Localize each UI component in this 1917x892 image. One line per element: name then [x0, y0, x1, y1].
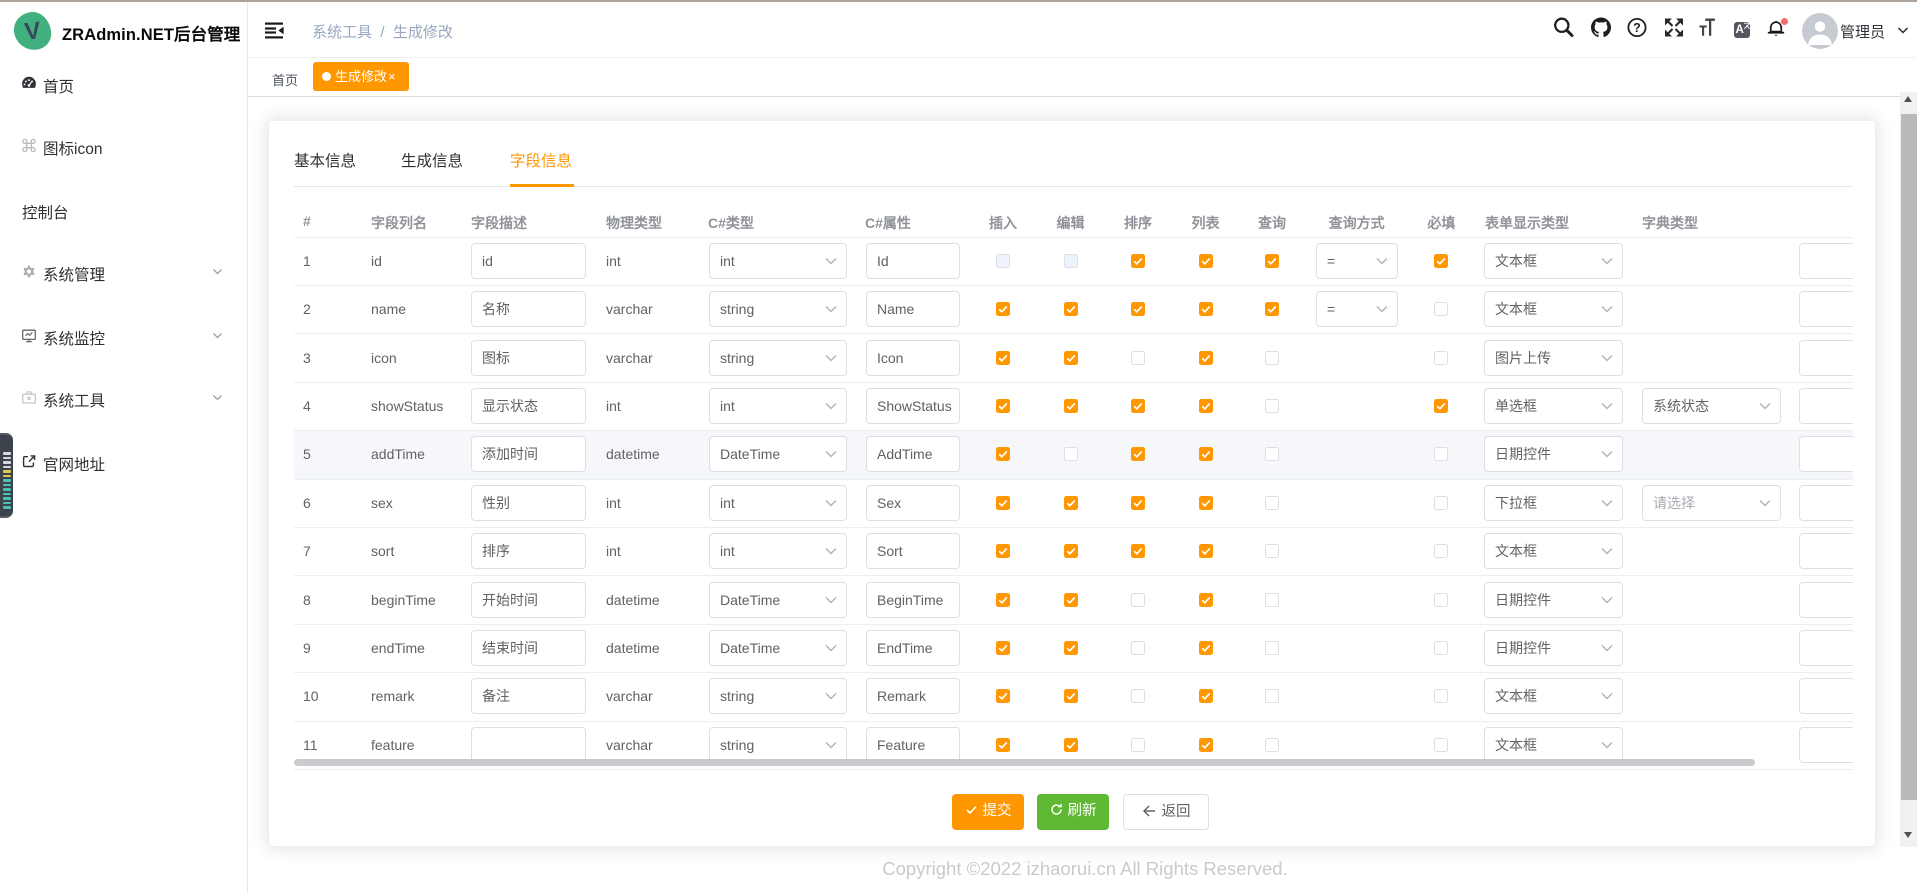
svg-text:?: ? [1633, 21, 1641, 35]
